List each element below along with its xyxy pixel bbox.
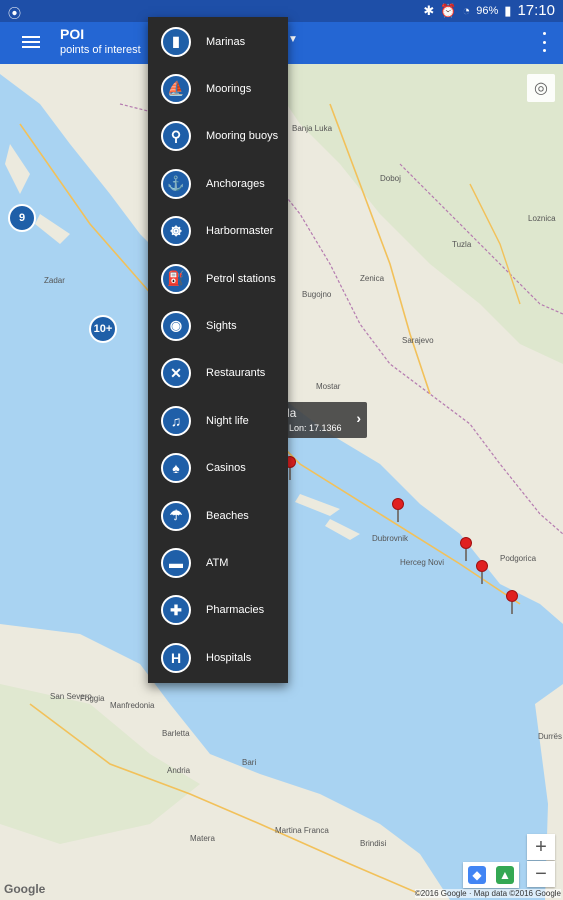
- place-label: Zadar: [44, 276, 65, 285]
- place-label: Mostar: [316, 382, 341, 391]
- popup-title: la: [287, 406, 297, 420]
- atm-icon: ▬: [161, 547, 191, 578]
- anchor-icon: ⚓: [161, 168, 191, 199]
- place-label: Doboj: [380, 174, 401, 183]
- poi-cluster[interactable]: 10+: [89, 315, 117, 343]
- map-toolbar: ◆ ▲: [463, 862, 519, 888]
- zoom-in-button[interactable]: +: [527, 834, 555, 860]
- menu-item-label: Restaurants: [206, 367, 266, 380]
- menu-item-label: Pharmacies: [206, 604, 265, 617]
- overflow-menu-icon[interactable]: [541, 32, 547, 52]
- menu-item-label: ATM: [206, 556, 229, 569]
- bluetooth-icon: ✱: [423, 2, 435, 18]
- place-label: Bari: [242, 758, 257, 767]
- place-label: Durrës: [538, 732, 563, 741]
- menu-item-label: Anchorages: [206, 177, 265, 190]
- location-pin-icon: ⦿: [8, 6, 22, 21]
- place-label: Herceg Novi: [400, 558, 445, 567]
- app-title: POI: [60, 26, 85, 42]
- menu-item-atm[interactable]: ▬ ATM: [148, 539, 288, 586]
- popup-coordinates: Lon: 17.1366: [289, 423, 342, 433]
- directions-icon[interactable]: ◆: [468, 866, 486, 884]
- palm-icon: ☂: [161, 500, 191, 531]
- place-label: Barletta: [162, 729, 190, 738]
- mooring-buoy-icon: ⚲: [161, 121, 191, 152]
- menu-item-label: Moorings: [206, 82, 252, 95]
- place-label: Martina Franca: [275, 826, 329, 835]
- poi-marker[interactable]: [460, 537, 472, 561]
- map-attribution: ©2016 Google · Map data ©2016 Google: [414, 889, 561, 898]
- menu-item-label: Sights: [206, 319, 237, 332]
- marker-info-window[interactable]: la Lon: 17.1366 ›: [287, 402, 367, 438]
- menu-item-restaurants[interactable]: ✕ Restaurants: [148, 350, 288, 397]
- night-life-icon: ♫: [161, 405, 191, 436]
- menu-item-pharmacies[interactable]: ✚ Pharmacies: [148, 587, 288, 634]
- menu-item-label: Harbormaster: [206, 225, 274, 238]
- battery-icon: ▮: [504, 2, 512, 18]
- app-subtitle: points of interest: [60, 44, 141, 56]
- camera-icon: ◉: [161, 310, 191, 341]
- menu-item-label: Night life: [206, 414, 249, 427]
- wifi-icon: ◔: [462, 3, 471, 18]
- menu-item-anchorages[interactable]: ⚓ Anchorages: [148, 160, 288, 207]
- menu-item-night-life[interactable]: ♫ Night life: [148, 397, 288, 444]
- place-label: Sarajevo: [402, 336, 434, 345]
- alarm-icon: ⏰: [440, 2, 457, 18]
- poi-marker[interactable]: [392, 498, 404, 522]
- menu-item-hospitals[interactable]: H Hospitals: [148, 634, 288, 681]
- menu-item-harbormaster[interactable]: ☸ Harbormaster: [148, 208, 288, 255]
- poi-marker[interactable]: [506, 590, 518, 614]
- status-icons: ✱ ⏰ ◔ 96% ▮ 17:10: [423, 2, 555, 19]
- menu-item-casinos[interactable]: ♠ Casinos: [148, 445, 288, 492]
- place-label: Bugojno: [302, 290, 332, 299]
- menu-item-beaches[interactable]: ☂ Beaches: [148, 492, 288, 539]
- restaurant-icon: ✕: [161, 358, 191, 389]
- place-label: San Severo: [50, 692, 92, 701]
- place-label: Zenica: [360, 274, 385, 283]
- place-label: Podgorica: [500, 554, 537, 563]
- poi-marker[interactable]: [476, 560, 488, 584]
- menu-icon[interactable]: [22, 33, 40, 51]
- zoom-out-button[interactable]: −: [527, 861, 555, 887]
- google-logo: Google: [4, 882, 46, 896]
- marina-icon: ▮: [161, 26, 191, 57]
- chevron-right-icon[interactable]: ›: [356, 410, 361, 426]
- clock: 17:10: [517, 2, 555, 19]
- google-maps-icon[interactable]: ▲: [496, 866, 514, 884]
- menu-item-label: Mooring buoys: [206, 130, 279, 143]
- hospital-icon: H: [161, 642, 191, 673]
- menu-item-moorings[interactable]: ⛵ Moorings: [148, 65, 288, 112]
- place-label: Loznica: [528, 214, 556, 223]
- spade-icon: ♠: [161, 453, 191, 484]
- place-label: Andria: [167, 766, 191, 775]
- place-label: Banja Luka: [292, 124, 333, 133]
- menu-item-label: Petrol stations: [206, 272, 276, 285]
- my-location-icon[interactable]: ◎: [527, 74, 555, 102]
- poi-cluster[interactable]: 9: [8, 204, 36, 232]
- poi-category-menu: ▮ Marinas ⛵ Moorings ⚲ Mooring buoys ⚓ Anchorag…: [148, 17, 288, 683]
- menu-item-sights[interactable]: ◉ Sights: [148, 302, 288, 349]
- moorings-icon: ⛵: [161, 73, 191, 104]
- place-label: Tuzla: [452, 240, 472, 249]
- menu-item-label: Hospitals: [206, 651, 252, 664]
- fuel-icon: ⛽: [161, 263, 191, 294]
- menu-item-petrol-stations[interactable]: ⛽ Petrol stations: [148, 255, 288, 302]
- menu-item-marinas[interactable]: ▮ Marinas: [148, 18, 288, 65]
- menu-item-label: Beaches: [206, 509, 249, 522]
- place-label: Manfredonia: [110, 701, 155, 710]
- menu-item-label: Marinas: [206, 35, 246, 48]
- place-label: Matera: [190, 834, 215, 843]
- place-label: Dubrovnik: [372, 534, 409, 543]
- menu-item-mooring-buoys[interactable]: ⚲ Mooring buoys: [148, 113, 288, 160]
- ship-wheel-icon: ☸: [161, 216, 191, 247]
- menu-item-label: Casinos: [206, 462, 246, 475]
- chevron-down-icon[interactable]: ▼: [288, 34, 298, 45]
- pharmacy-icon: ✚: [161, 595, 191, 626]
- place-label: Brindisi: [360, 839, 387, 848]
- battery-percent: 96%: [476, 4, 499, 17]
